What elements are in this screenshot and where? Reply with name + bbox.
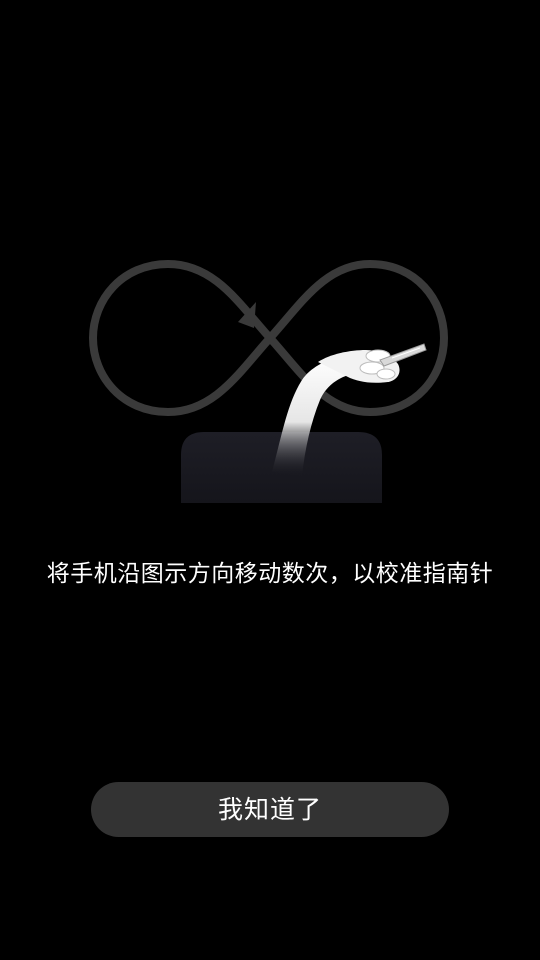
figure-eight-path-icon: [89, 260, 448, 503]
compass-calibration-illustration: [0, 250, 540, 510]
got-it-button[interactable]: 我知道了: [91, 782, 449, 837]
calibration-instruction-text: 将手机沿图示方向移动数次，以校准指南针: [46, 561, 494, 587]
